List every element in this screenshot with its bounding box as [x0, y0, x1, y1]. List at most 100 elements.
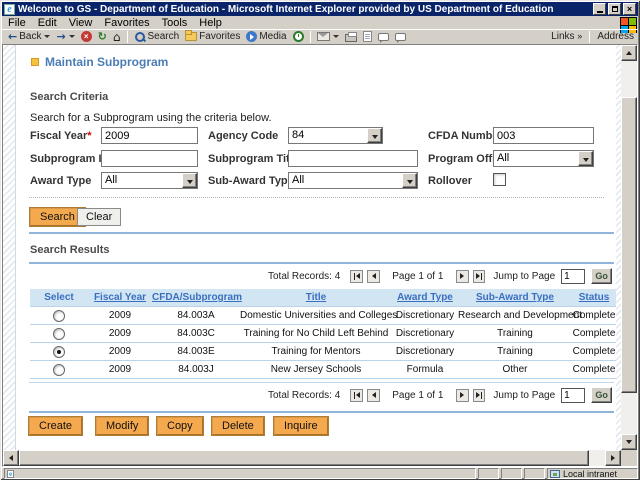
menu-help[interactable]: Help: [193, 17, 228, 29]
column-select: Select: [30, 292, 88, 303]
stop-button[interactable]: [78, 30, 95, 43]
home-button[interactable]: [110, 30, 124, 43]
refresh-icon: [98, 30, 107, 43]
previous-page-button[interactable]: [367, 389, 380, 402]
scroll-down-button[interactable]: [621, 434, 637, 450]
scroll-right-button[interactable]: [605, 450, 621, 466]
agency-code-select[interactable]: 84: [288, 127, 383, 144]
inquire-button[interactable]: Inquire: [274, 417, 328, 435]
first-page-button[interactable]: [350, 389, 363, 402]
column-award-type[interactable]: Award Type: [392, 292, 458, 303]
column-title[interactable]: Title: [240, 292, 392, 303]
favorites-button[interactable]: Favorites: [182, 30, 243, 43]
divider: [29, 262, 614, 264]
menu-file[interactable]: File: [2, 17, 32, 29]
subprogram-id-input[interactable]: [101, 150, 198, 167]
vertical-scrollbar[interactable]: [621, 45, 637, 450]
clear-button[interactable]: Clear: [77, 208, 121, 226]
scrollbar-corner: [621, 450, 637, 466]
next-page-button[interactable]: [456, 389, 469, 402]
media-label: Media: [259, 31, 286, 42]
horizontal-scroll-thumb[interactable]: [19, 450, 589, 466]
forward-dropdown-icon[interactable]: [69, 35, 75, 38]
dropdown-arrow-icon[interactable]: [367, 128, 382, 143]
subprogram-id-label: Subprogram ID: [30, 153, 109, 165]
modify-button[interactable]: Modify: [96, 417, 148, 435]
select-radio[interactable]: [53, 310, 65, 322]
mail-button[interactable]: [314, 30, 342, 43]
search-button-toolbar[interactable]: Search: [131, 30, 183, 43]
program-office-select[interactable]: All: [493, 150, 594, 167]
fiscal-year-input[interactable]: [101, 127, 198, 144]
menu-bar: File Edit View Favorites Tools Help: [2, 16, 618, 29]
menu-edit[interactable]: Edit: [32, 17, 63, 29]
scroll-left-button[interactable]: [3, 450, 19, 466]
back-dropdown-icon[interactable]: [44, 35, 50, 38]
go-button[interactable]: Go: [591, 387, 612, 403]
restore-button[interactable]: [608, 3, 621, 15]
links-toolbar[interactable]: Links »: [547, 31, 586, 42]
edit-button[interactable]: [360, 30, 375, 43]
previous-page-button[interactable]: [367, 270, 380, 283]
dropdown-arrow-icon[interactable]: [182, 173, 197, 188]
search-instructions: Search for a Subprogram using the criter…: [30, 112, 272, 124]
dropdown-arrow-icon[interactable]: [578, 151, 593, 166]
menu-tools[interactable]: Tools: [156, 17, 194, 29]
next-page-button[interactable]: [456, 270, 469, 283]
scroll-up-button[interactable]: [621, 45, 637, 61]
jump-to-page-label: Jump to Page: [493, 390, 555, 401]
agency-code-label: Agency Code: [208, 130, 278, 142]
column-cfda-subprogram[interactable]: CFDA/Subprogram: [152, 292, 240, 303]
horizontal-scrollbar[interactable]: [3, 450, 621, 466]
menu-favorites[interactable]: Favorites: [98, 17, 155, 29]
menu-view[interactable]: View: [63, 17, 99, 29]
cfda-number-label: CFDA Number: [428, 130, 503, 142]
vertical-scroll-thumb[interactable]: [621, 97, 637, 393]
delete-button[interactable]: Delete: [212, 417, 264, 435]
page-background: Maintain Subprogram Search Criteria Sear…: [3, 45, 621, 450]
column-fiscal-year[interactable]: Fiscal Year: [88, 292, 152, 303]
search-results-table: Select Fiscal Year CFDA/Subprogram Title…: [30, 289, 616, 379]
create-button[interactable]: Create: [29, 417, 82, 435]
bullet-icon: [31, 58, 39, 66]
go-button[interactable]: Go: [591, 268, 612, 284]
messenger-button[interactable]: [392, 30, 409, 43]
jump-to-page-input[interactable]: [561, 269, 585, 284]
cfda-number-input[interactable]: [493, 127, 594, 144]
discuss-button[interactable]: [375, 30, 392, 43]
minimize-button[interactable]: [593, 3, 606, 15]
status-pane: [478, 468, 499, 479]
jump-to-page-input[interactable]: [561, 388, 585, 403]
subprogram-title-label: Subprogram Title: [208, 153, 299, 165]
address-toolbar[interactable]: Address: [593, 31, 638, 42]
page-indicator: Page 1 of 1: [390, 271, 446, 282]
award-type-select[interactable]: All: [101, 172, 198, 189]
divider: [29, 232, 614, 234]
select-radio[interactable]: [53, 364, 65, 376]
browser-viewport: Maintain Subprogram Search Criteria Sear…: [2, 44, 638, 467]
select-radio[interactable]: [53, 346, 65, 358]
history-button[interactable]: [290, 30, 307, 43]
dotted-divider: [29, 197, 604, 198]
refresh-button[interactable]: [95, 30, 110, 43]
copy-button[interactable]: Copy: [157, 417, 203, 435]
dropdown-arrow-icon[interactable]: [402, 173, 417, 188]
last-page-button[interactable]: [473, 270, 486, 283]
rollover-checkbox[interactable]: [493, 173, 506, 186]
sub-award-type-label: Sub-Award Type: [208, 175, 294, 187]
column-sub-award-type[interactable]: Sub-Award Type: [458, 292, 572, 303]
close-button[interactable]: ×: [623, 3, 636, 15]
back-button[interactable]: Back: [5, 30, 53, 43]
print-button[interactable]: [342, 30, 360, 43]
first-page-button[interactable]: [350, 270, 363, 283]
favorites-label: Favorites: [199, 31, 240, 42]
column-status[interactable]: Status: [572, 292, 616, 303]
mail-dropdown-icon[interactable]: [333, 35, 339, 38]
window-title: Welcome to GS - Department of Education …: [18, 4, 593, 15]
select-radio[interactable]: [53, 328, 65, 340]
subprogram-title-input[interactable]: [288, 150, 418, 167]
last-page-button[interactable]: [473, 389, 486, 402]
sub-award-type-select[interactable]: All: [288, 172, 418, 189]
forward-button[interactable]: [53, 30, 77, 43]
media-button[interactable]: Media: [243, 30, 289, 43]
